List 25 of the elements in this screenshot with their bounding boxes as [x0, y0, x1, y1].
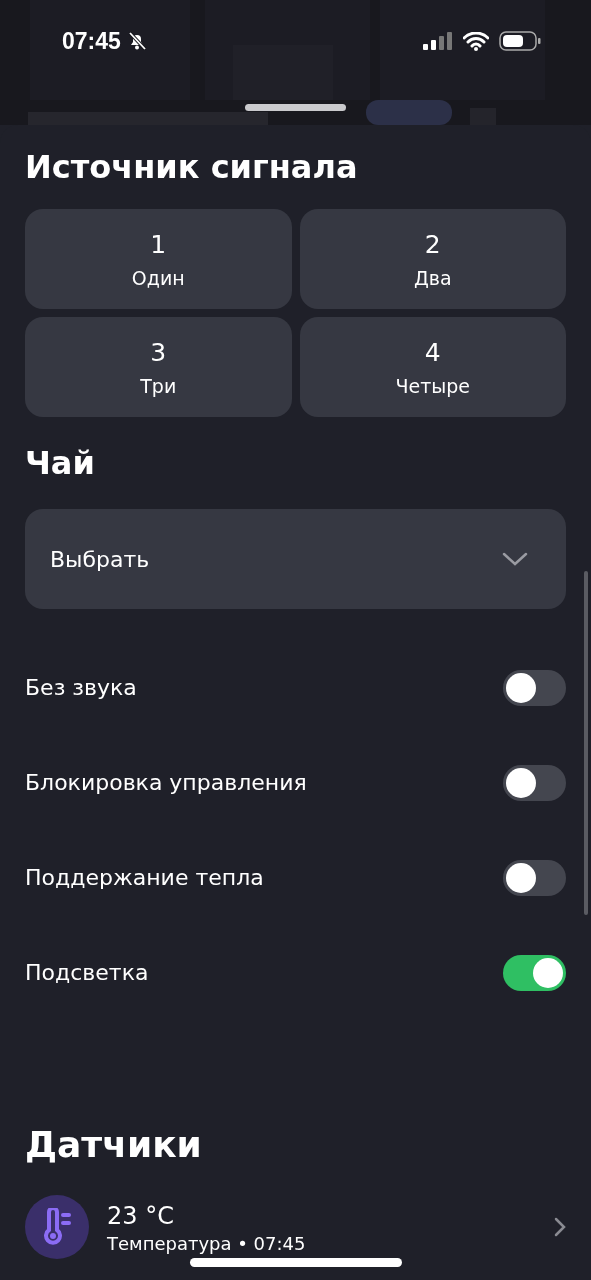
source-option[interactable]: 4 Четыре	[299, 317, 566, 417]
signal-icon	[423, 32, 453, 50]
source-option[interactable]: 1 Один	[25, 209, 292, 309]
source-option[interactable]: 3 Три	[25, 317, 292, 417]
toggle-label: Без звука	[25, 675, 137, 700]
toggle-switch[interactable]	[503, 859, 566, 896]
toggle-switch[interactable]	[503, 954, 566, 991]
chevron-down-icon	[502, 552, 528, 566]
toggle-switch[interactable]	[503, 669, 566, 706]
toggle-label: Подсветка	[25, 960, 149, 985]
clock: 07:45	[62, 27, 121, 55]
toggle-label: Блокировка управления	[25, 770, 307, 795]
toggle-label: Поддержание тепла	[25, 865, 264, 890]
sensor-caption: Температура • 07:45	[107, 1232, 307, 1254]
sheet-handle[interactable]	[245, 104, 346, 111]
wifi-icon	[463, 31, 489, 51]
chevron-right-icon[interactable]	[554, 1217, 566, 1237]
battery-icon	[499, 31, 541, 51]
section-title: Источник сигнала	[25, 147, 359, 188]
select-field[interactable]: Выбрать	[25, 509, 566, 609]
sensor-value: 23 °C	[107, 1200, 175, 1231]
source-option[interactable]: 2 Два	[299, 209, 566, 309]
section-title: Датчики	[25, 1125, 203, 1165]
section-title: Чай	[25, 443, 96, 483]
toggle-switch[interactable]	[503, 764, 566, 801]
